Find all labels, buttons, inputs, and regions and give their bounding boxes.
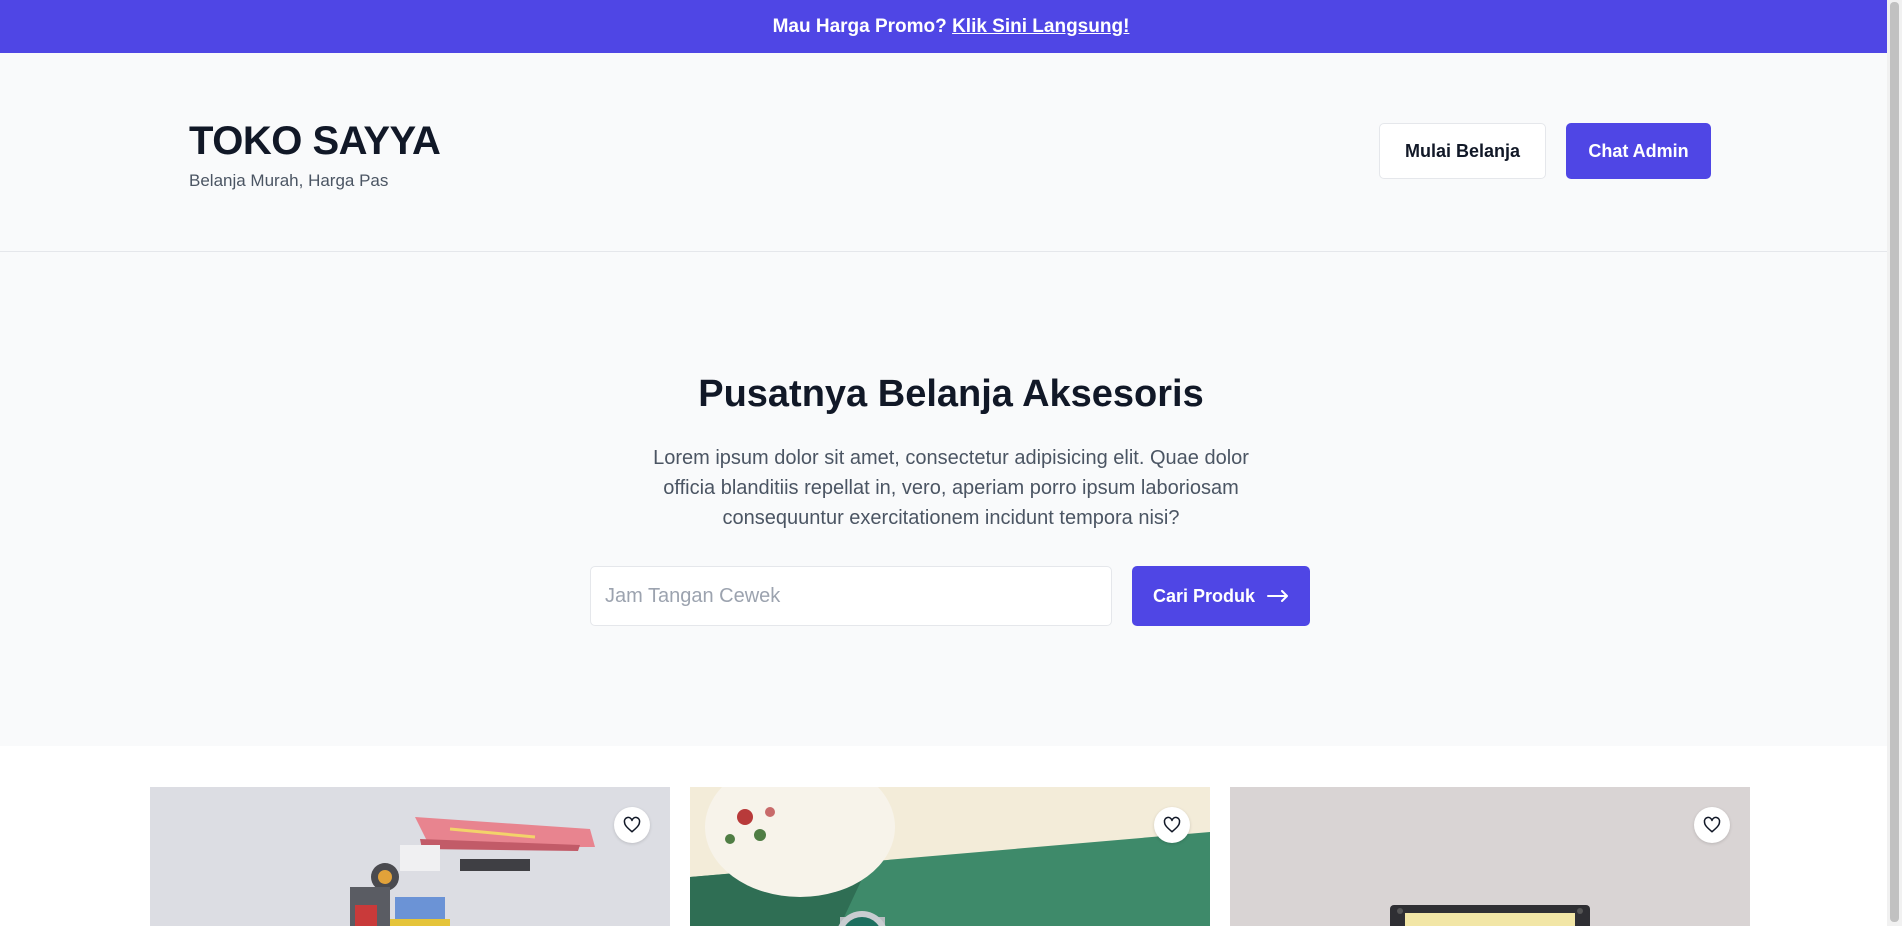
hero-title: Pusatnya Belanja Aksesoris bbox=[698, 373, 1204, 415]
heart-icon bbox=[1703, 816, 1721, 833]
product-card[interactable] bbox=[1230, 787, 1750, 926]
brand-title[interactable]: TOKO SAYYA bbox=[189, 117, 441, 165]
promo-banner: Mau Harga Promo? Klik Sini Langsung! bbox=[0, 0, 1902, 53]
wishlist-button[interactable] bbox=[1694, 807, 1730, 843]
header-actions: Mulai Belanja Chat Admin bbox=[1379, 123, 1711, 179]
product-card[interactable] bbox=[150, 787, 670, 926]
product-grid bbox=[150, 787, 1750, 926]
browser-viewport: Mau Harga Promo? Klik Sini Langsung! TOK… bbox=[0, 0, 1902, 926]
chat-admin-button[interactable]: Chat Admin bbox=[1566, 123, 1711, 179]
wishlist-button[interactable] bbox=[614, 807, 650, 843]
arrow-right-icon bbox=[1267, 590, 1289, 602]
brand-tagline: Belanja Murah, Harga Pas bbox=[189, 171, 389, 190]
heart-icon bbox=[623, 816, 641, 833]
promo-link[interactable]: Klik Sini Langsung! bbox=[952, 16, 1129, 38]
promo-text: Mau Harga Promo? bbox=[772, 15, 947, 37]
start-shopping-button[interactable]: Mulai Belanja bbox=[1379, 123, 1546, 179]
search-form: Cari Produk bbox=[590, 566, 1310, 626]
heart-icon bbox=[1163, 816, 1181, 833]
hero-description: Lorem ipsum dolor sit amet, consectetur … bbox=[653, 447, 1249, 529]
search-input[interactable] bbox=[590, 566, 1112, 626]
search-button[interactable]: Cari Produk bbox=[1132, 566, 1310, 626]
product-image-watch bbox=[690, 787, 1210, 926]
product-image-gundam bbox=[150, 787, 670, 926]
page: Mau Harga Promo? Klik Sini Langsung! TOK… bbox=[0, 0, 1902, 926]
wishlist-button[interactable] bbox=[1154, 807, 1190, 843]
product-image-gadget bbox=[1230, 787, 1750, 926]
brand: TOKO SAYYA Belanja Murah, Harga Pas bbox=[189, 117, 441, 191]
product-card[interactable] bbox=[690, 787, 1210, 926]
site-header: TOKO SAYYA Belanja Murah, Harga Pas Mula… bbox=[0, 53, 1902, 252]
vertical-scrollbar[interactable] bbox=[1887, 0, 1902, 926]
hero-section: Pusatnya Belanja Aksesoris Lorem ipsum d… bbox=[0, 252, 1902, 746]
search-button-label: Cari Produk bbox=[1152, 585, 1256, 606]
scrollbar-thumb[interactable] bbox=[1890, 2, 1899, 922]
